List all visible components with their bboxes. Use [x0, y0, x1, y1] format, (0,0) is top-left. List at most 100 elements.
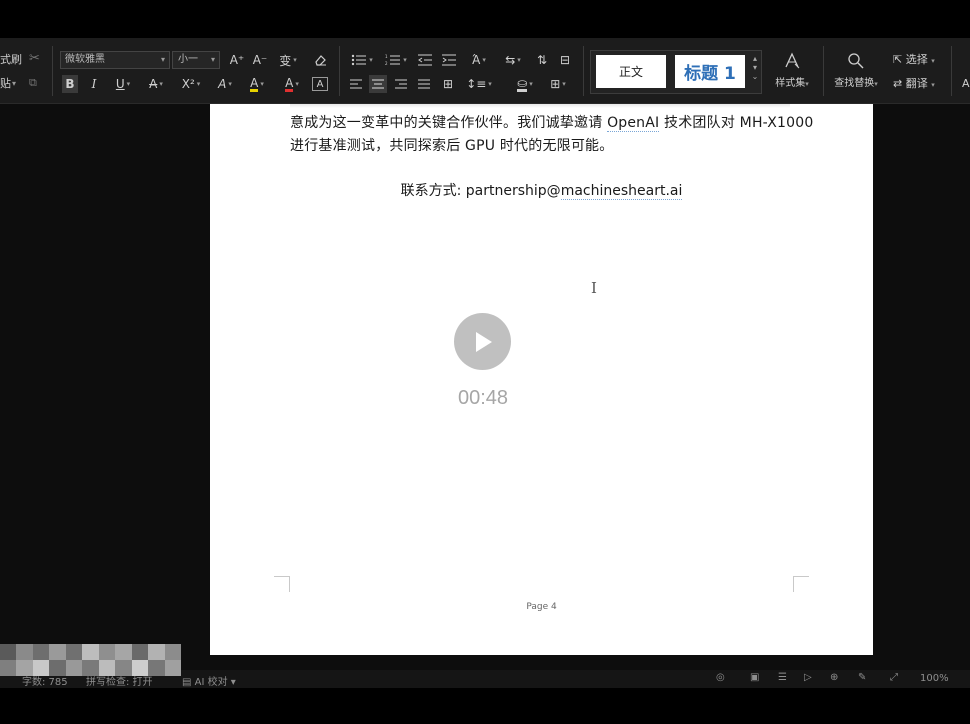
align-left-button[interactable] [348, 75, 364, 93]
phonetic-label: 变 [279, 53, 292, 68]
text-cursor-icon: I [591, 279, 597, 297]
zoom-level[interactable]: 100% [920, 673, 949, 684]
select-label: 选择 [905, 53, 928, 66]
align-center-button[interactable] [369, 75, 387, 93]
outline-view-icon[interactable]: ☰ [778, 672, 787, 683]
cut-icon[interactable]: ✂ [29, 51, 40, 67]
bullet-list-button[interactable]: ▾ [348, 51, 376, 69]
openai-text: OpenAI [607, 115, 660, 132]
video-play-button[interactable] [454, 313, 511, 370]
contact-label: 联系方式: partnership@ [400, 183, 561, 199]
italic-button[interactable]: I [86, 75, 102, 93]
clear-format-button[interactable] [311, 51, 329, 69]
underline-button[interactable]: U ▾ [110, 75, 136, 93]
chevron-down-icon: ▾ [931, 81, 935, 89]
chevron-down-icon: ▾ [260, 80, 264, 88]
align-right-icon [395, 79, 407, 89]
increase-indent-button[interactable] [440, 51, 458, 69]
find-replace-label: 查找替换 [834, 78, 875, 89]
fit-window-icon[interactable]: ⤢ [890, 672, 898, 683]
chevron-down-icon: ▾ [295, 80, 299, 88]
decrease-indent-button[interactable] [416, 51, 434, 69]
phonetic-guide-button[interactable]: 变 ▾ [276, 51, 300, 69]
eraser-icon [315, 55, 326, 66]
page-corner-mark [274, 576, 290, 592]
cursor-icon: ⇱ [893, 53, 903, 66]
chevron-down-icon: ▾ [529, 80, 533, 88]
line-spacing-toggle-button[interactable]: ⇆ ▾ [499, 51, 527, 69]
font-size-select[interactable]: 小一 ▾ [172, 51, 220, 69]
char-border-button[interactable]: A [312, 77, 328, 91]
ai-label: AI 校对 [194, 677, 228, 688]
style-heading1-button[interactable]: 标题 1 [675, 55, 745, 88]
numbered-list-button[interactable]: 1 2 ▾ [382, 51, 410, 69]
page-view-icon[interactable]: ▣ [750, 672, 759, 683]
sort-button[interactable]: ⇅ [533, 51, 551, 69]
body-paragraph-line-2: 进行基准测试，共同探索后 GPU 时代的无限可能。 [290, 138, 614, 154]
video-letterbox-top [0, 0, 970, 38]
paste-label[interactable]: 贴 [0, 76, 11, 92]
distributed-button[interactable]: ⊞ [440, 75, 456, 93]
superscript-label: X² [181, 77, 195, 91]
justify-button[interactable] [416, 75, 432, 93]
highlight-button[interactable]: A ▾ [244, 75, 270, 93]
format-painter-label[interactable]: 式刷 [0, 52, 22, 68]
text-direction-button[interactable]: Ά ▾ [465, 51, 493, 69]
shading-button[interactable]: ⛀ ▾ [512, 75, 538, 93]
chevron-down-icon: ▾ [369, 56, 373, 64]
copy-icon[interactable]: ⧉ [29, 75, 37, 91]
chevron-down-icon: ▾ [482, 56, 486, 64]
bullet-list-icon [352, 54, 367, 66]
strikethrough-button[interactable]: A ▾ [143, 75, 169, 93]
font-color-button[interactable]: A ▾ [279, 75, 305, 93]
translate-button[interactable]: ⇄ 翻译 ▾ [893, 76, 935, 93]
chevron-down-icon: ▾ [752, 63, 757, 72]
eye-protect-icon[interactable]: ◎ [716, 672, 725, 683]
style-set-button[interactable]: 样式集▾ [770, 52, 814, 89]
pixelated-avatar [0, 644, 181, 676]
font-color-label: A [285, 75, 294, 92]
chevron-down-icon: ▾ [488, 80, 492, 88]
shrink-font-button[interactable]: A⁻ [252, 51, 268, 69]
chevron-down-icon: ▾ [12, 79, 17, 88]
bold-button[interactable]: B [62, 75, 78, 93]
borders-icon: ⊞ [550, 77, 561, 91]
align-center-icon [372, 79, 384, 89]
divider [339, 46, 340, 96]
style-normal-button[interactable]: 正文 [596, 55, 666, 88]
contact-email: machinesheart.ai [560, 183, 683, 200]
ribbon-overflow-button[interactable]: A [962, 76, 970, 92]
line-spacing-button[interactable]: ↕≡ ▾ [465, 75, 493, 93]
chevron-down-icon: ▾ [517, 56, 521, 64]
chevron-up-icon: ▴ [752, 54, 757, 63]
ribbon-toolbar: 式刷 ✂ 贴 ▾ ⧉ [0, 38, 970, 104]
svg-text:1: 1 [385, 54, 388, 59]
font-family-select[interactable]: 微软雅黑 ▾ [60, 51, 170, 69]
show-marks-button[interactable]: ⊟ [556, 51, 574, 69]
page-corner-mark [793, 576, 809, 592]
distributed-icon: ⊞ [442, 77, 454, 91]
chevron-down-icon: ▾ [196, 80, 201, 88]
select-button[interactable]: ⇱ 选择 ▾ [893, 52, 935, 69]
find-replace-button[interactable]: 查找替换▾ [830, 52, 882, 89]
body-paragraph-line-1: 意成为这一变革中的关键合作伙伴。我们诚挚邀请 OpenAI 技术团队对 MH-X… [290, 112, 813, 132]
gallery-scroll-arrows[interactable]: ▴ ▾ ⌄ [750, 54, 760, 81]
web-view-icon[interactable]: ⊕ [830, 672, 838, 683]
borders-button[interactable]: ⊞ ▾ [545, 75, 571, 93]
svg-text:2: 2 [385, 61, 388, 66]
ai-proofread-button[interactable]: ▤ AI 校对 ▾ [182, 673, 236, 688]
align-right-button[interactable] [393, 75, 409, 93]
highlight-label: A [250, 75, 259, 92]
text-effect-button[interactable]: A ▾ [212, 75, 238, 93]
line1-tail-text: 技术团队对 MH-X1000 [659, 115, 814, 131]
line-spacing-icon: ↕≡ [466, 77, 487, 91]
translate-label: 翻译 [905, 77, 928, 90]
justify-icon [418, 79, 430, 89]
superscript-button[interactable]: X² ▾ [177, 75, 205, 93]
reading-view-icon[interactable]: ▷ [804, 672, 812, 683]
indent-icon [442, 54, 456, 66]
write-mode-icon[interactable]: ✎ [858, 672, 866, 683]
chevron-down-icon: ▾ [228, 80, 232, 88]
grow-font-button[interactable]: A⁺ [229, 51, 245, 69]
divider [951, 46, 952, 96]
